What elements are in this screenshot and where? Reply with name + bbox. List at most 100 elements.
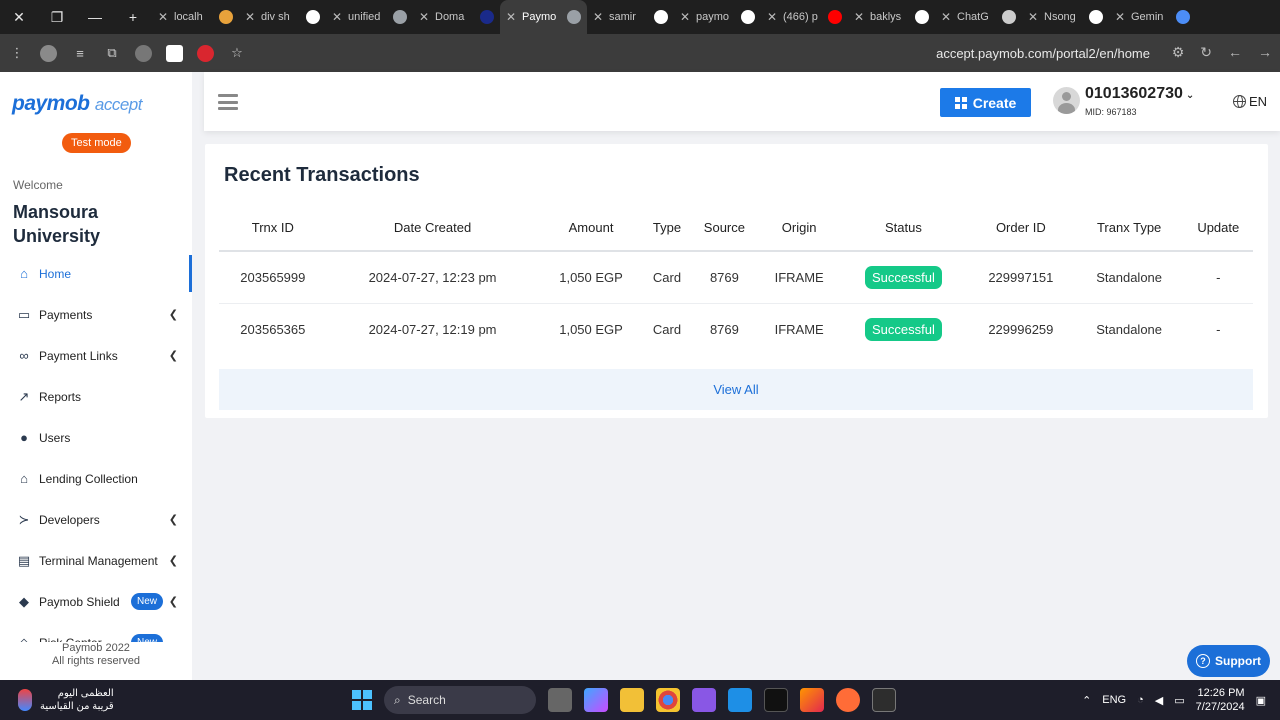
adblock-icon[interactable] xyxy=(197,44,214,62)
sidebar-item-paymob-shield[interactable]: ◆ Paymob Shield New ❮ xyxy=(0,581,192,622)
browser-tab[interactable]: ✕ unified xyxy=(326,0,413,34)
browser-tab[interactable]: ✕ paymo xyxy=(674,0,761,34)
restore-window-icon[interactable]: ❐ xyxy=(38,0,76,34)
reading-list-icon[interactable]: ≡ xyxy=(71,44,89,62)
table-row[interactable]: 203565365 2024-07-27, 12:19 pm 1,050 EGP Ca… xyxy=(219,303,1253,355)
clock[interactable]: 12:26 PM 7/27/2024 xyxy=(1196,686,1245,714)
close-tab-icon[interactable]: ✕ xyxy=(767,10,777,24)
sidebar-item-payments[interactable]: ▭ Payments ❮ xyxy=(0,294,192,335)
close-tab-icon[interactable]: ✕ xyxy=(419,10,429,24)
close-tab-icon[interactable]: ✕ xyxy=(332,10,342,24)
extensions-icon[interactable]: ⧉ xyxy=(103,44,121,62)
windows-start-icon[interactable] xyxy=(352,690,372,710)
chevron-left-icon: ❮ xyxy=(168,555,178,567)
column-header: Type xyxy=(643,204,691,252)
table-cell: 229997151 xyxy=(967,251,1075,304)
close-tab-icon[interactable]: ✕ xyxy=(941,10,951,24)
keyboard-language[interactable]: ENG xyxy=(1102,694,1126,706)
close-tab-icon[interactable]: ✕ xyxy=(1115,10,1125,24)
visual-studio-icon[interactable] xyxy=(692,688,716,712)
tab-favicon-icon xyxy=(219,10,233,24)
tab-favicon-icon xyxy=(480,10,494,24)
minimize-window-icon[interactable]: — xyxy=(76,0,114,34)
hamburger-menu-icon[interactable] xyxy=(218,94,238,110)
vscode-icon[interactable] xyxy=(728,688,752,712)
table-cell: IFRAME xyxy=(774,321,824,337)
s-extension-icon[interactable] xyxy=(166,44,183,62)
account-dropdown[interactable]: 01013602730 ⌄ xyxy=(1085,85,1194,103)
browser-tab[interactable]: ✕ Gemin xyxy=(1109,0,1196,34)
tab-favicon-icon xyxy=(306,10,320,24)
browser-tab[interactable]: ✕ samir xyxy=(587,0,674,34)
browser-tab[interactable]: ✕ Nsong xyxy=(1022,0,1109,34)
table-cell: IFRAME xyxy=(758,251,840,304)
sidebar-item-developers[interactable]: ≻ Developers ❮ xyxy=(0,499,192,540)
sidebar-item-home[interactable]: ⌂ Home xyxy=(0,253,192,294)
back-icon[interactable]: ← xyxy=(1228,44,1242,61)
mm-app-icon[interactable] xyxy=(764,688,788,712)
browser-tab[interactable]: ✕ Paymo xyxy=(500,0,587,34)
reload-icon[interactable]: ↻ xyxy=(1200,44,1212,61)
language-switcher[interactable]: EN xyxy=(1233,94,1267,109)
site-settings-icon[interactable]: ⚙ xyxy=(1172,44,1185,61)
profile-avatar-icon[interactable] xyxy=(40,44,57,62)
browser-tab[interactable]: ✕ (466) p xyxy=(761,0,848,34)
copilot-icon[interactable] xyxy=(584,688,608,712)
file-explorer-icon[interactable] xyxy=(620,688,644,712)
table-cell: Successful xyxy=(839,251,968,304)
weather-widget[interactable]: العظمى اليوم قريبة من القياسية xyxy=(18,687,114,713)
battery-icon[interactable]: ▭ xyxy=(1174,694,1184,707)
create-button[interactable]: Create xyxy=(940,88,1031,117)
notification-icon[interactable]: ▣ xyxy=(1256,694,1266,707)
paymob-logo[interactable]: paymob accept xyxy=(12,92,142,116)
firefox-icon[interactable] xyxy=(800,688,824,712)
url-field[interactable]: accept.paymob.com/portal2/en/home xyxy=(240,40,1186,66)
close-tab-icon[interactable]: ✕ xyxy=(1028,10,1038,24)
close-tab-icon[interactable]: ✕ xyxy=(854,10,864,24)
close-tab-icon[interactable]: ✕ xyxy=(680,10,690,24)
new-tab-icon[interactable]: + xyxy=(114,0,152,34)
browser-tab[interactable]: ✕ baklys xyxy=(848,0,935,34)
close-tab-icon[interactable]: ✕ xyxy=(506,10,516,24)
tab-favicon-icon xyxy=(1002,10,1016,24)
sidebar-item-users[interactable]: ● Users xyxy=(0,417,192,458)
view-all-button[interactable]: View All xyxy=(219,369,1253,410)
browser-tab[interactable]: ✕ Doma xyxy=(413,0,500,34)
chevron-left-icon: ❮ xyxy=(168,350,178,362)
tab-title: Gemin xyxy=(1131,11,1164,23)
taskbar-search[interactable]: ⌕ Search xyxy=(384,686,536,714)
table-cell: 8769 xyxy=(709,321,739,337)
user-avatar[interactable] xyxy=(1053,87,1080,114)
sidebar-item-lending-collection[interactable]: ⌂ Lending Collection xyxy=(0,458,192,499)
sidebar-item-terminal-management[interactable]: ▤ Terminal Management ❮ xyxy=(0,540,192,581)
wifi-icon[interactable]: ◔ xyxy=(1137,694,1144,706)
browser-tab[interactable]: ✕ localh xyxy=(152,0,239,34)
table-row[interactable]: 203565999 2024-07-27, 12:23 pm 1,050 EGP Ca… xyxy=(219,251,1253,304)
sidebar-item-reports[interactable]: ↗ Reports xyxy=(0,376,192,417)
tab-title: localh xyxy=(174,11,203,23)
sidebar-item-risk-center[interactable]: ◇Risk CenterNew xyxy=(0,622,192,642)
support-button[interactable]: ? Support xyxy=(1187,645,1270,677)
chrome-icon[interactable] xyxy=(656,688,680,712)
postman-icon[interactable] xyxy=(836,688,860,712)
chart-icon: ↗ xyxy=(18,388,30,404)
close-tab-icon[interactable]: ✕ xyxy=(593,10,603,24)
chevron-up-icon[interactable]: ⌃ xyxy=(1082,694,1091,707)
table-cell: 2024-07-27, 12:23 pm xyxy=(326,251,539,304)
menu-dots-icon[interactable]: ⋮ xyxy=(8,44,26,62)
clock-date: 7/27/2024 xyxy=(1195,701,1245,713)
close-tab-icon[interactable]: ✕ xyxy=(158,10,168,24)
globe-extension-icon[interactable] xyxy=(135,44,152,62)
card-icon: ▭ xyxy=(17,306,31,322)
browser-tab[interactable]: ✕ ChatG xyxy=(935,0,1022,34)
task-view-icon[interactable] xyxy=(548,688,572,712)
close-tab-icon[interactable]: ✕ xyxy=(245,10,255,24)
sidebar-item-payment-links[interactable]: ∞ Payment Links ❮ xyxy=(0,335,192,376)
forward-icon[interactable]: → xyxy=(1258,44,1272,61)
terminal-icon[interactable] xyxy=(872,688,896,712)
close-window-icon[interactable]: ✕ xyxy=(0,0,38,34)
browser-tab[interactable]: ✕ div sh xyxy=(239,0,326,34)
link-icon: ∞ xyxy=(19,348,29,363)
volume-icon[interactable]: ◀ xyxy=(1155,694,1163,707)
merchant-id: MID: 967183 xyxy=(1085,107,1137,117)
